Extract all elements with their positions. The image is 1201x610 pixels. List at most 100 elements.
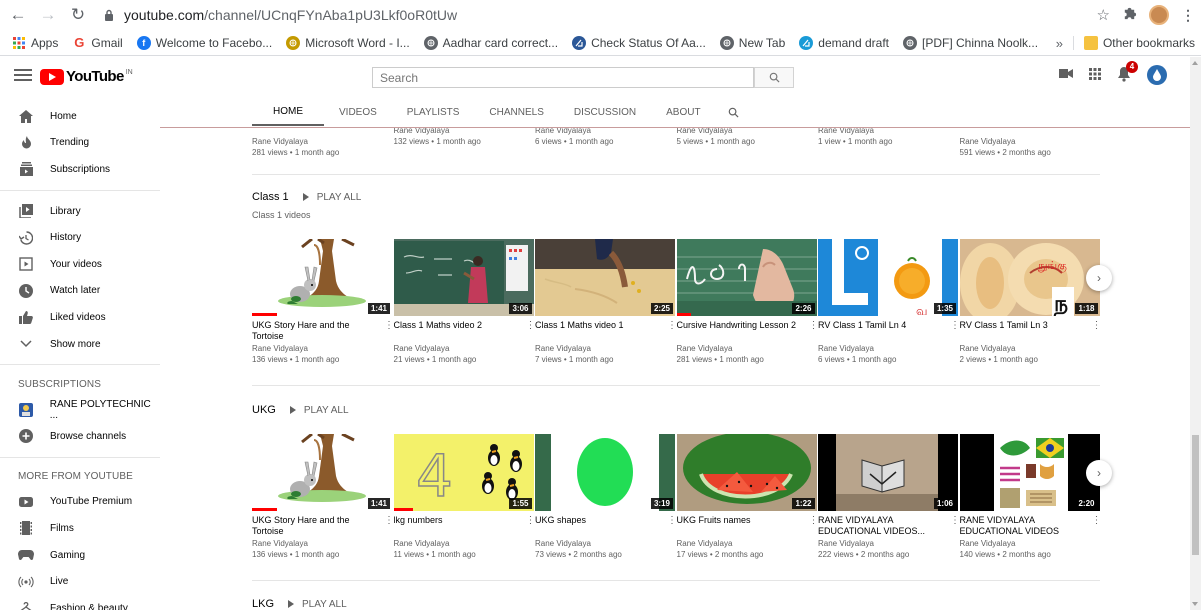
video-options-icon[interactable]: ⋮	[950, 515, 960, 526]
video-channel[interactable]: Rane Vidyalaya	[394, 538, 534, 549]
video-card[interactable]: வ 1:35 RV Class 1 Tamil Ln 4 ⋮ Rane Vidyalay…	[818, 239, 960, 365]
video-channel[interactable]: Rane Vidyalaya	[535, 128, 675, 136]
video-channel[interactable]: Rane Vidyalaya	[252, 343, 392, 354]
play-all-button[interactable]: PLAY ALL	[302, 192, 361, 203]
next-arrow-button[interactable]: ›	[1086, 265, 1112, 291]
apps-grid-icon[interactable]	[1089, 67, 1101, 83]
video-title[interactable]: RV Class 1 Tamil Ln 3	[960, 320, 1100, 342]
video-title[interactable]: UKG Story Hare and the Tortoise	[252, 515, 392, 537]
video-options-icon[interactable]: ⋮	[384, 515, 394, 526]
video-options-icon[interactable]: ⋮	[809, 320, 819, 331]
shelf-title-link[interactable]: Class 1	[252, 191, 289, 203]
video-thumbnail[interactable]: 3:06	[393, 239, 534, 316]
youtube-logo[interactable]: YouTube IN	[40, 68, 133, 85]
scroll-up-arrow[interactable]	[1192, 61, 1198, 65]
video-channel[interactable]: Rane Vidyalaya	[818, 343, 958, 354]
sidebar-item-browse-channels[interactable]: Browse channels	[0, 423, 160, 450]
video-options-icon[interactable]: ⋮	[526, 320, 536, 331]
video-card[interactable]: 2:26 Cursive Handwriting Lesson 2 ⋮ Rane Vi…	[676, 239, 819, 365]
play-all-button[interactable]: PLAY ALL	[289, 405, 349, 416]
tab-videos[interactable]: VIDEOS	[324, 98, 392, 126]
video-channel[interactable]: Rane Vidyalaya	[818, 128, 958, 136]
bookmark-item[interactable]: Check Status Of Aa...	[572, 35, 706, 50]
video-title[interactable]: RANE VIDYALAYA EDUCATIONAL VIDEOS	[960, 515, 1100, 537]
video-title[interactable]: UKG Story Hare and the Tortoise	[252, 320, 392, 342]
scrollbar-thumb[interactable]	[1192, 435, 1199, 555]
bookmark-item[interactable]: Apps	[12, 36, 58, 50]
video-thumbnail[interactable]: 1:06	[818, 434, 958, 511]
video-thumbnail[interactable]: 2:26	[676, 239, 817, 316]
sidebar-item-watch-later[interactable]: Watch later	[0, 278, 160, 305]
video-channel[interactable]: Rane Vidyalaya	[677, 128, 817, 136]
back-arrow-icon[interactable]: ←	[6, 3, 30, 27]
sidebar-item-youtube-premium[interactable]: YouTube Premium	[0, 489, 160, 516]
sidebar-item-your-videos[interactable]: Your videos	[0, 251, 160, 278]
tab-discussion[interactable]: DISCUSSION	[559, 98, 651, 126]
sidebar-item-gaming[interactable]: Gaming	[0, 542, 160, 569]
next-arrow-button[interactable]: ›	[1086, 460, 1112, 486]
tab-channels[interactable]: CHANNELS	[474, 98, 558, 126]
tab-playlists[interactable]: PLAYLISTS	[392, 98, 475, 126]
video-options-icon[interactable]: ⋮	[667, 320, 677, 331]
video-channel[interactable]: Rane Vidyalaya	[677, 538, 817, 549]
bookmark-item[interactable]: New Tab	[719, 35, 785, 50]
address-bar[interactable]: youtube.com/channel/UCnqFYnAba1pU3Lkf0oR…	[100, 3, 1110, 27]
tab-home[interactable]: HOME	[252, 98, 324, 126]
sidebar-item-rane-polytechnic[interactable]: RANE POLYTECHNIC ...	[0, 396, 160, 423]
video-title[interactable]: Cursive Handwriting Lesson 2	[677, 320, 817, 342]
video-channel[interactable]: Rane Vidyalaya	[818, 538, 958, 549]
video-channel[interactable]: Rane Vidyalaya	[394, 128, 534, 136]
video-options-icon[interactable]: ⋮	[526, 515, 536, 526]
video-channel[interactable]: Rane Vidyalaya	[960, 343, 1100, 354]
video-thumbnail[interactable]: வ 1:35	[818, 239, 958, 316]
notifications-bell-icon[interactable]: 4	[1117, 60, 1138, 85]
video-card[interactable]: 2:25 Class 1 Maths video 1 ⋮ Rane Vidyalaya…	[535, 239, 677, 365]
video-card[interactable]: நுங்கு ந 1:18 RV Class 1 Tamil Ln 3 ⋮ Rane Vi…	[959, 239, 1102, 365]
bookmark-item[interactable]: demand draft	[799, 35, 889, 50]
video-thumbnail[interactable]: 2:25	[535, 239, 675, 316]
tab-about[interactable]: ABOUT	[651, 98, 715, 126]
sidebar-item-fashion-beauty[interactable]: Fashion & beauty	[0, 595, 160, 610]
video-title[interactable]: RV Class 1 Tamil Ln 4	[818, 320, 958, 342]
hamburger-menu-icon[interactable]	[14, 69, 32, 84]
video-thumbnail[interactable]: 1:22	[676, 434, 817, 511]
video-card[interactable]: 3:06 Class 1 Maths video 2 ⋮ Rane Vidyalaya…	[393, 239, 536, 365]
video-channel[interactable]: Rane Vidyalaya	[535, 343, 675, 354]
video-options-icon[interactable]: ⋮	[809, 515, 819, 526]
video-thumbnail[interactable]: 2:20	[959, 434, 1100, 511]
video-channel[interactable]: Rane Vidyalaya	[535, 538, 675, 549]
video-channel[interactable]: Rane Vidyalaya	[252, 136, 392, 147]
channel-search-icon[interactable]	[728, 107, 739, 118]
play-all-button[interactable]: PLAY ALL	[288, 599, 347, 610]
video-thumbnail[interactable]: 4 1:55	[393, 434, 534, 511]
account-avatar[interactable]	[1147, 65, 1167, 85]
sidebar-item-history[interactable]: History	[0, 224, 160, 251]
reload-icon[interactable]: ↻	[66, 3, 90, 27]
video-card[interactable]: 4 1:55 lkg numbers ⋮ Rane Vidyalaya 11 views …	[393, 434, 536, 560]
video-thumbnail[interactable]: 1:41	[252, 239, 392, 316]
scroll-down-arrow[interactable]	[1192, 602, 1198, 606]
video-options-icon[interactable]: ⋮	[384, 320, 394, 331]
video-options-icon[interactable]: ⋮	[1092, 515, 1102, 526]
video-title[interactable]: RANE VIDYALAYA EDUCATIONAL VIDEOS...	[818, 515, 958, 537]
star-icon[interactable]: ☆	[1097, 6, 1110, 24]
bookmarks-overflow-button[interactable]: »	[1056, 36, 1063, 51]
bookmark-item[interactable]: G Gmail	[72, 35, 122, 50]
create-video-icon[interactable]	[1059, 68, 1073, 82]
sidebar-item-library[interactable]: Library	[0, 198, 160, 225]
video-channel[interactable]: Rane Vidyalaya	[960, 136, 1100, 147]
shelf-title-link[interactable]: UKG	[252, 404, 276, 416]
sidebar-item-home[interactable]: Home	[0, 103, 160, 130]
search-button[interactable]	[754, 67, 794, 88]
sidebar-item-subscriptions[interactable]: Subscriptions	[0, 156, 160, 183]
page-scrollbar[interactable]	[1190, 57, 1201, 610]
other-bookmarks[interactable]: Other bookmarks	[1083, 36, 1195, 50]
video-channel[interactable]: Rane Vidyalaya	[677, 343, 817, 354]
video-title[interactable]: UKG shapes	[535, 515, 675, 537]
video-channel[interactable]: Rane Vidyalaya	[394, 343, 534, 354]
bookmark-item[interactable]: Aadhar card correct...	[423, 35, 558, 50]
video-channel[interactable]: Rane Vidyalaya	[960, 538, 1100, 549]
sidebar-item-show-more[interactable]: Show more	[0, 331, 160, 358]
sidebar-item-trending[interactable]: Trending	[0, 130, 160, 157]
video-options-icon[interactable]: ⋮	[1092, 320, 1102, 331]
